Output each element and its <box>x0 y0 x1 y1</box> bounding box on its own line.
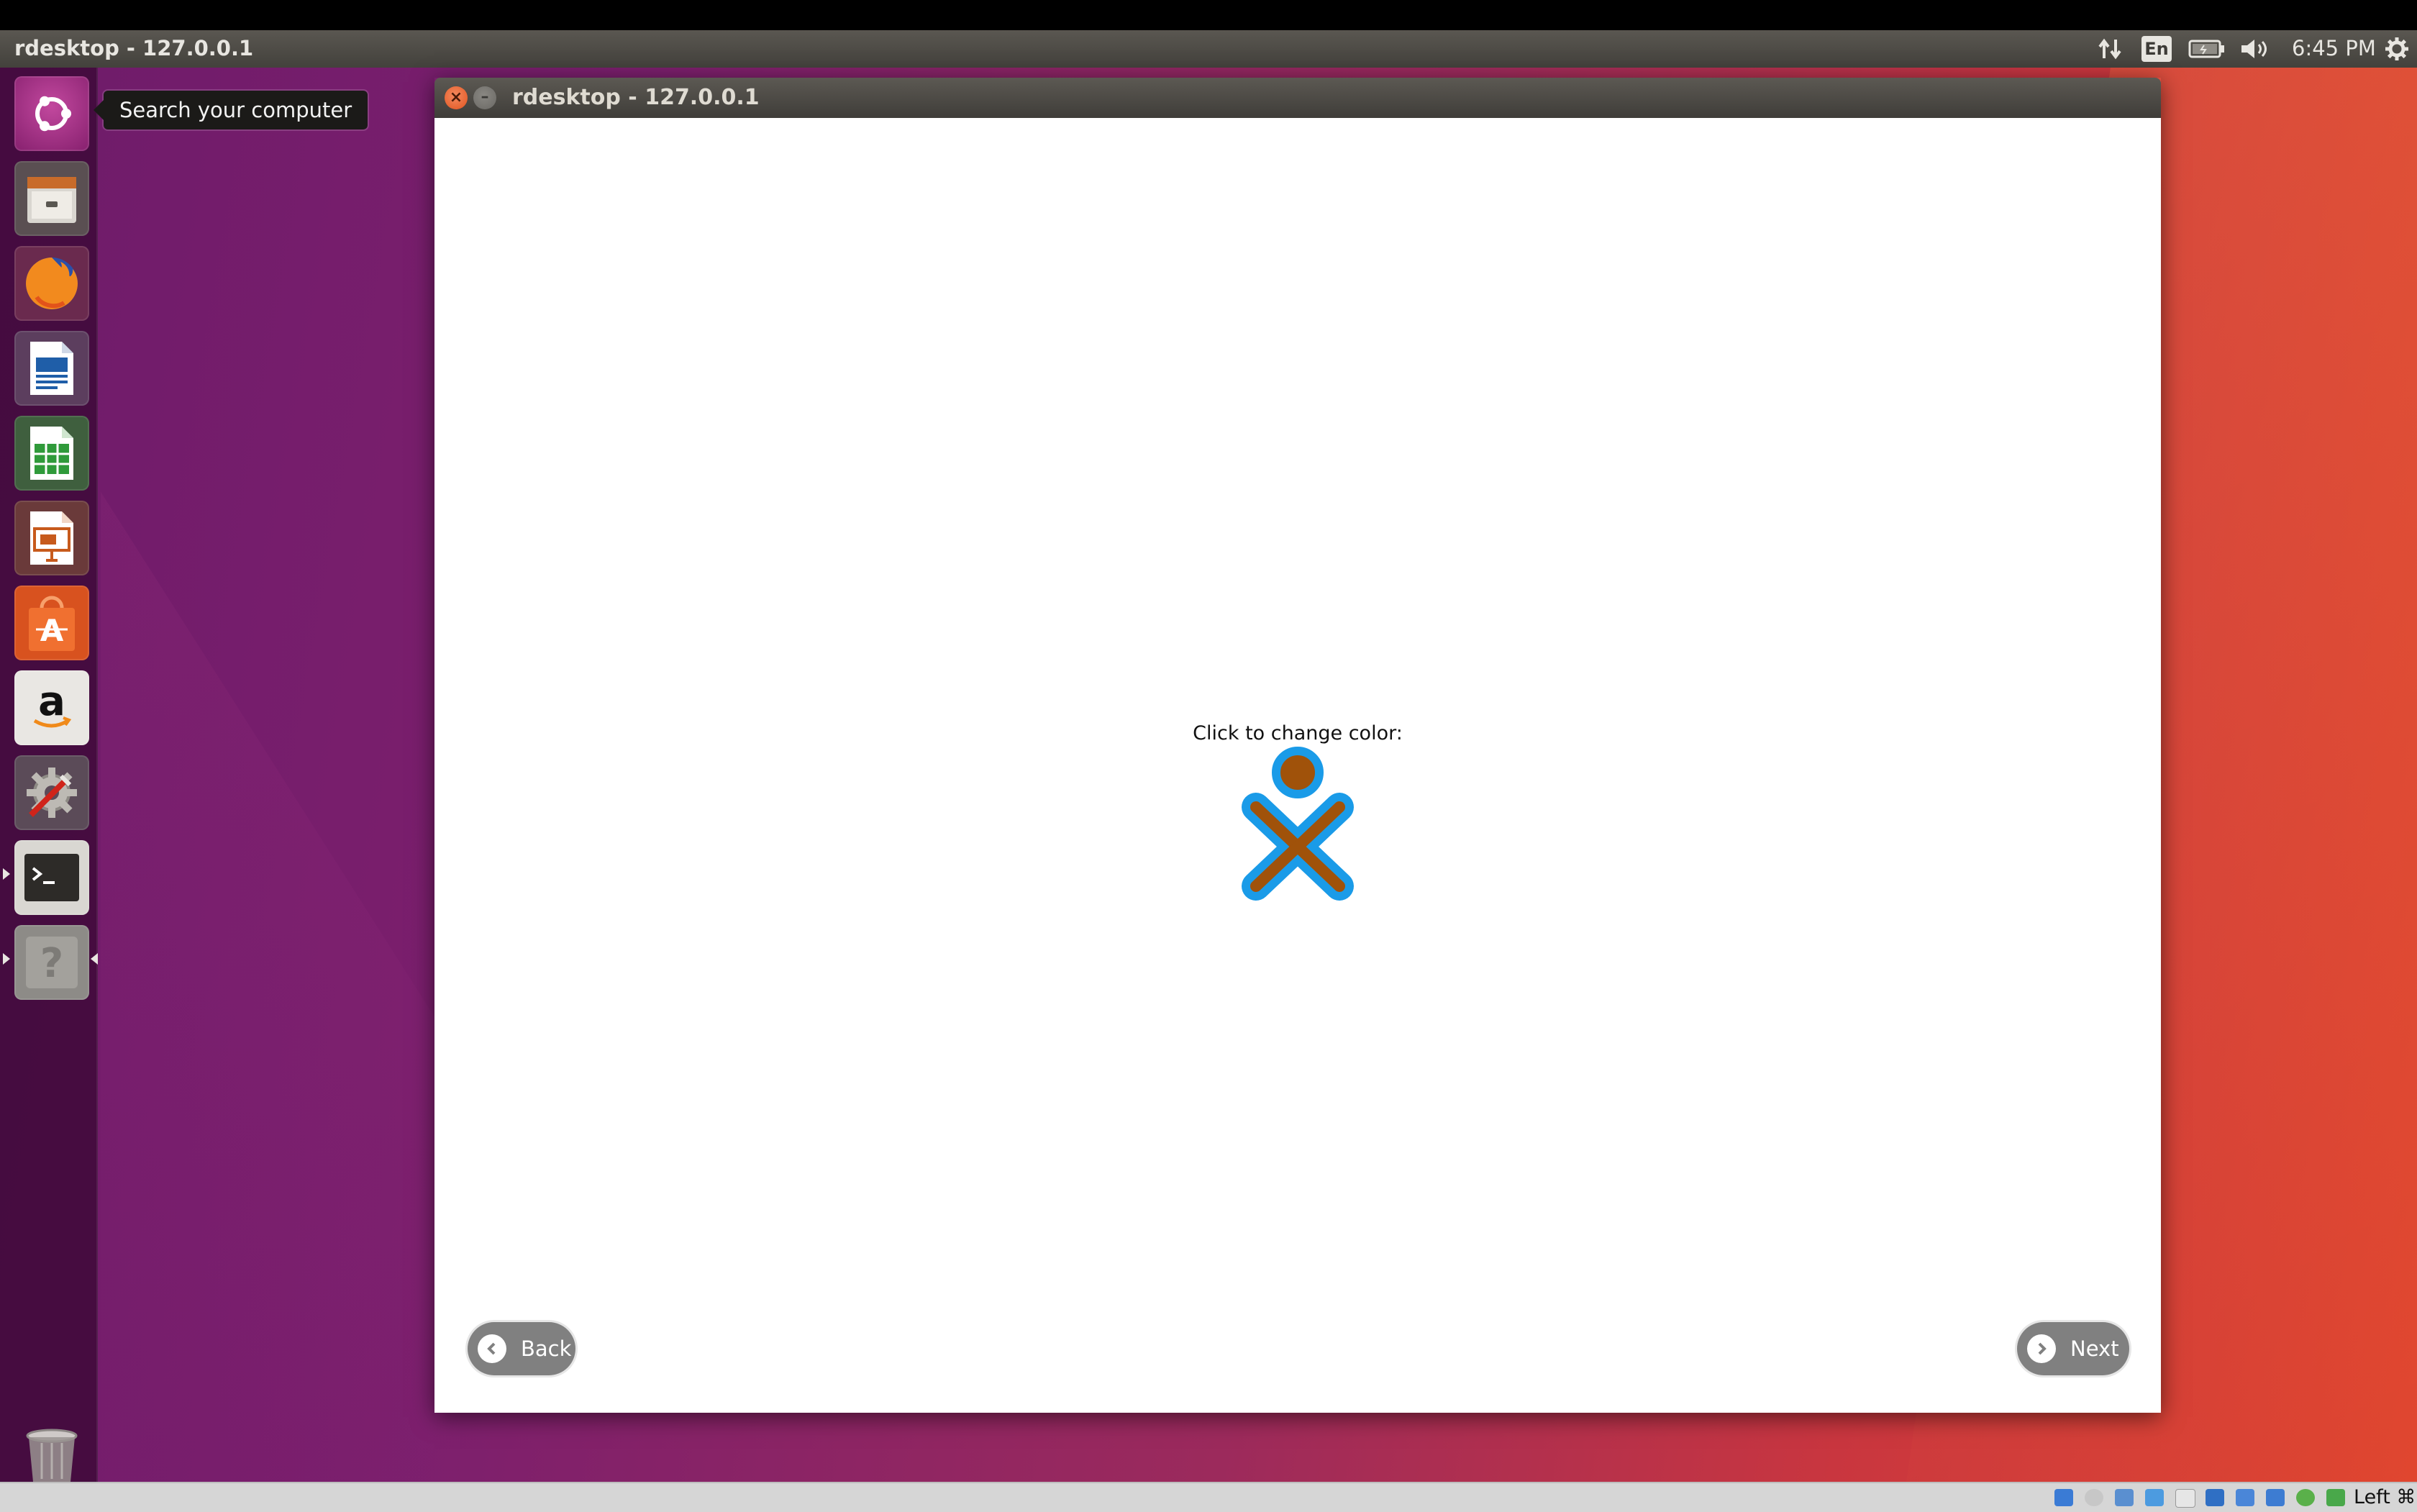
network-adapter-icon[interactable] <box>2145 1489 2164 1506</box>
close-icon: × <box>449 88 463 106</box>
guest-additions-icon[interactable] <box>2296 1489 2315 1506</box>
question-mark-icon: ? <box>26 937 78 988</box>
audio-icon[interactable] <box>2115 1489 2134 1506</box>
shopping-bag-icon: A <box>29 596 75 651</box>
xo-color-icon[interactable] <box>1234 745 1361 903</box>
next-button-label: Next <box>2070 1336 2119 1361</box>
launcher-unknown-app-button[interactable]: ? <box>14 925 89 1000</box>
window-close-button[interactable]: × <box>445 86 468 109</box>
chevron-left-icon <box>478 1334 506 1363</box>
launcher-settings-button[interactable] <box>14 755 89 830</box>
file-cabinet-icon <box>27 177 76 223</box>
launcher-firefox-button[interactable] <box>14 246 89 321</box>
launcher-writer-button[interactable] <box>14 331 89 406</box>
minimize-icon: – <box>481 88 489 106</box>
back-button-label: Back <box>521 1336 572 1361</box>
hard-disk-icon[interactable] <box>2054 1489 2073 1506</box>
running-indicator <box>3 953 10 965</box>
focus-indicator <box>91 953 98 965</box>
panel-clock[interactable]: 6:45 PM <box>2292 36 2376 60</box>
launcher-terminal-button[interactable] <box>14 840 89 915</box>
host-key-label: Left ⌘ <box>2354 1486 2416 1508</box>
shared-folders-icon[interactable] <box>2206 1489 2224 1506</box>
calc-icon <box>30 427 73 480</box>
window-title: rdesktop - 127.0.0.1 <box>512 85 760 110</box>
launcher-files-button[interactable] <box>14 161 89 236</box>
firefox-icon <box>26 258 78 309</box>
launcher-amazon-button[interactable]: a <box>14 670 89 745</box>
back-button[interactable]: Back <box>468 1322 575 1375</box>
video-capture-icon[interactable] <box>2266 1489 2285 1506</box>
keyboard-icon[interactable]: En <box>2139 35 2174 63</box>
ubuntu-logo-icon <box>35 96 71 132</box>
amazon-icon: a <box>33 679 72 728</box>
launcher-tooltip: Search your computer <box>93 91 368 129</box>
mouse-integration-icon[interactable] <box>2326 1489 2345 1506</box>
window-minimize-button[interactable]: – <box>473 86 496 109</box>
launcher-calc-button[interactable] <box>14 416 89 491</box>
keyboard-layout-badge: En <box>2141 36 2172 62</box>
launcher-software-button[interactable]: A <box>14 586 89 660</box>
window-titlebar[interactable]: × – rdesktop - 127.0.0.1 <box>434 78 2161 118</box>
next-button[interactable]: Next <box>2017 1322 2129 1375</box>
host-status-bar: Left ⌘ <box>0 1482 2417 1512</box>
chevron-right-icon <box>2027 1334 2056 1363</box>
launcher-dash-button[interactable] <box>14 76 89 151</box>
trash-icon <box>26 1429 78 1482</box>
running-indicator <box>3 868 10 880</box>
writer-icon <box>30 342 73 395</box>
impress-icon <box>30 511 73 565</box>
display-icon[interactable] <box>2236 1489 2254 1506</box>
launcher: A a ? <box>0 68 98 1482</box>
usb-icon[interactable] <box>2175 1489 2195 1508</box>
rdesktop-window: × – rdesktop - 127.0.0.1 Click to change… <box>434 78 2161 1413</box>
volume-icon[interactable] <box>2237 35 2273 63</box>
settings-tools-icon <box>27 768 77 818</box>
color-prompt: Click to change color: <box>1193 722 1403 744</box>
top-panel: rdesktop - 127.0.0.1 En 6:45 PM <box>0 30 2417 68</box>
svg-text:a: a <box>38 679 65 725</box>
optical-drive-icon[interactable] <box>2085 1489 2103 1506</box>
network-icon[interactable] <box>2095 35 2126 63</box>
window-content: Click to change color: Back Next <box>434 118 2161 1413</box>
top-black-border <box>0 0 2417 30</box>
panel-app-title: rdesktop - 127.0.0.1 <box>14 36 254 60</box>
terminal-icon <box>24 854 79 901</box>
battery-icon[interactable] <box>2187 35 2227 63</box>
launcher-impress-button[interactable] <box>14 501 89 575</box>
settings-gear-icon[interactable] <box>2381 35 2413 63</box>
svg-text:?: ? <box>40 940 63 987</box>
launcher-trash-button[interactable] <box>14 1427 89 1482</box>
